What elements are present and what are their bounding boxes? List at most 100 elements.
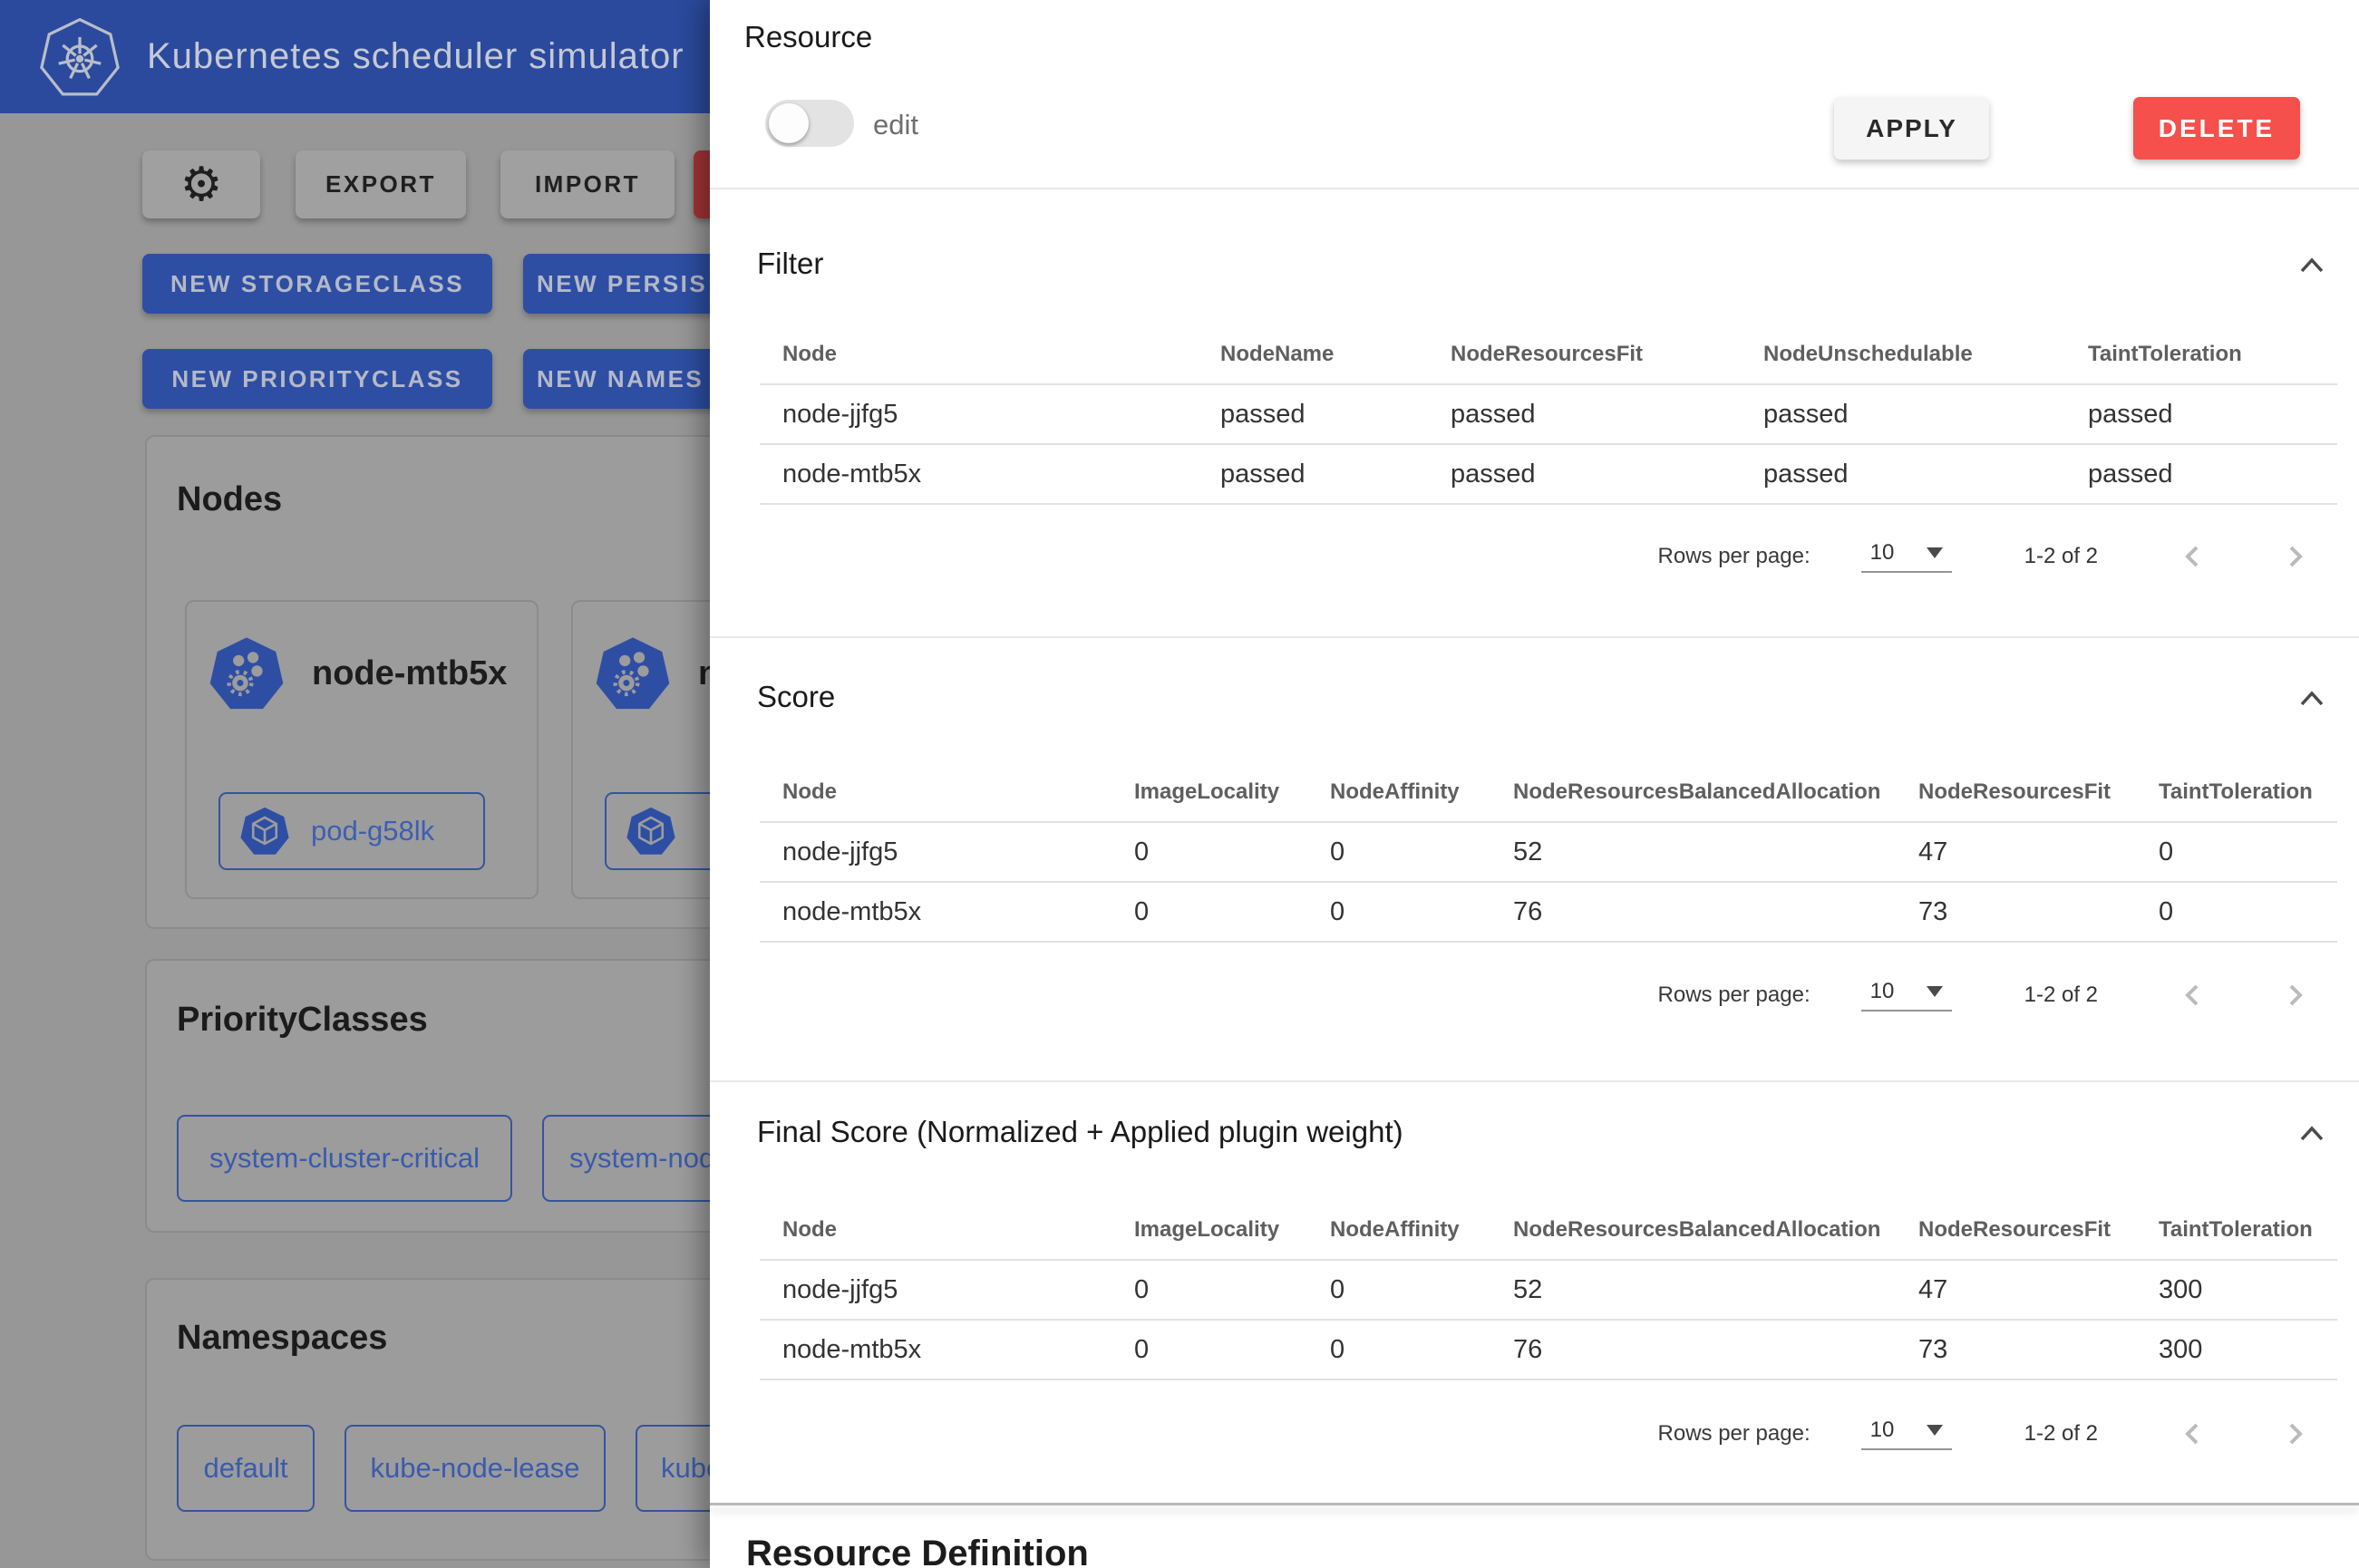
cell: passed [2065,384,2337,444]
chevron-left-icon [2179,982,2207,1009]
rows-per-page-select[interactable]: 10 [1861,1418,1952,1450]
chevron-up-icon[interactable] [2298,689,2325,709]
cell: 73 [1896,882,2136,942]
settings-button[interactable]: ⚙ [142,150,260,218]
page-range: 1-2 of 2 [2024,982,2098,1008]
rows-per-page-select[interactable]: 10 [1861,979,1952,1011]
cell-node: node-mtb5x [760,444,1198,504]
table-header-row: Node NodeName NodeResourcesFit NodeUnsch… [760,324,2337,384]
cell: 0 [2136,822,2337,882]
prev-page-button[interactable] [2178,980,2209,1011]
cell: 0 [1307,882,1490,942]
column-header: NodeResourcesBalancedAllocation [1490,762,1896,822]
rows-per-page-label: Rows per page: [1658,544,1811,569]
app-title: Kubernetes scheduler simulator [147,36,684,77]
divider [710,188,2359,189]
cell: 52 [1490,1260,1896,1320]
column-header: NodeResourcesBalancedAllocation [1490,1200,1896,1260]
chevron-left-icon [2179,1420,2207,1447]
table-row: node-mtb5x 0 0 76 73 300 [760,1320,2337,1379]
resource-drawer: Resource edit APPLY DELETE Filter Node N… [710,0,2359,1568]
import-button[interactable]: IMPORT [500,150,675,218]
final-score-pagination: Rows per page: 10 1-2 of 2 [760,1412,2337,1456]
node-card-mtb5x[interactable]: node-mtb5x pod-g58lk [185,600,539,899]
column-header: TaintToleration [2136,1200,2337,1260]
cell: passed [1198,444,1428,504]
delete-button[interactable]: DELETE [2133,97,2300,160]
cell: 47 [1896,822,2136,882]
namespaces-panel-title: Namespaces [177,1319,387,1358]
rows-per-page-value: 10 [1870,540,1895,566]
column-header: Node [760,1200,1112,1260]
column-header: TaintToleration [2136,762,2337,822]
priorityclasses-panel-title: PriorityClasses [177,1001,428,1040]
filter-pagination: Rows per page: 10 1-2 of 2 [760,535,2337,578]
new-priorityclass-button[interactable]: NEW PRIORITYCLASS [142,349,492,409]
namespaces-panel: Namespaces default kube-node-lease kube [145,1278,780,1561]
cell: passed [1428,384,1741,444]
chevron-up-icon[interactable] [2298,256,2325,276]
pod-chip[interactable]: pod-g58lk [218,792,485,870]
new-storageclass-button[interactable]: NEW STORAGECLASS [142,254,492,314]
final-score-section-title: Final Score (Normalized + Applied plugin… [757,1115,1403,1149]
column-header: ImageLocality [1112,762,1307,822]
column-header: Node [760,324,1198,384]
node-name: node-mtb5x [312,654,507,693]
pod-name: pod-g58lk [311,815,434,847]
cell: 76 [1490,882,1896,942]
edit-toggle-label: edit [873,109,918,141]
table-row: node-mtb5x 0 0 76 73 0 [760,882,2337,942]
next-page-button[interactable] [2279,541,2310,572]
caret-down-icon [1927,986,1943,997]
next-page-button[interactable] [2279,1418,2310,1449]
pod-icon [625,805,677,857]
divider [710,636,2359,638]
caret-down-icon [1927,1425,1943,1436]
namespace-chip-kube-node-lease[interactable]: kube-node-lease [345,1425,606,1512]
kubernetes-logo-icon [38,15,121,99]
cell: 73 [1896,1320,2136,1379]
cell-node: node-jjfg5 [760,384,1198,444]
chevron-up-icon[interactable] [2298,1124,2325,1144]
filter-table: Node NodeName NodeResourcesFit NodeUnsch… [760,324,2337,505]
rows-per-page-label: Rows per page: [1658,982,1811,1008]
cell: 0 [1307,1320,1490,1379]
export-button[interactable]: EXPORT [296,150,466,218]
score-section-title: Score [757,680,835,714]
rows-per-page-select[interactable]: 10 [1861,540,1952,573]
nodes-panel: Nodes node-mtb5x [145,435,780,929]
pod-icon [238,805,291,857]
cell: 47 [1896,1260,2136,1320]
priorityclass-chip-system-cluster-critical[interactable]: system-cluster-critical [177,1115,512,1202]
edit-toggle-thumb [769,103,809,143]
column-header: NodeResourcesFit [1896,1200,2136,1260]
prev-page-button[interactable] [2178,541,2209,572]
cell: 0 [1112,822,1307,882]
cell: 300 [2136,1320,2337,1379]
column-header: NodeResourcesFit [1428,324,1741,384]
table-header-row: Node ImageLocality NodeAffinity NodeReso… [760,762,2337,822]
cell: 76 [1490,1320,1896,1379]
column-header: NodeAffinity [1307,762,1490,822]
cell: 52 [1490,822,1896,882]
cell-node: node-jjfg5 [760,822,1112,882]
column-header: NodeName [1198,324,1428,384]
drawer-title: Resource [744,20,872,54]
next-page-button[interactable] [2279,980,2310,1011]
column-header: NodeUnschedulable [1741,324,2065,384]
cell-node: node-mtb5x [760,1320,1112,1379]
table-header-row: Node ImageLocality NodeAffinity NodeReso… [760,1200,2337,1260]
namespace-chip-default[interactable]: default [177,1425,315,1512]
page: Kubernetes scheduler simulator ⚙ EXPORT … [0,0,2359,1568]
cell: 0 [1112,1320,1307,1379]
table-row: node-jjfg5 passed passed passed passed [760,384,2337,444]
apply-button[interactable]: APPLY [1834,97,1989,160]
score-pagination: Rows per page: 10 1-2 of 2 [760,973,2337,1017]
cell: 0 [1112,882,1307,942]
edit-toggle[interactable] [765,100,854,147]
cell: passed [2065,444,2337,504]
prev-page-button[interactable] [2178,1418,2209,1449]
nodes-panel-title: Nodes [177,480,282,519]
final-score-table: Node ImageLocality NodeAffinity NodeReso… [760,1200,2337,1380]
table-row: node-jjfg5 0 0 52 47 0 [760,822,2337,882]
